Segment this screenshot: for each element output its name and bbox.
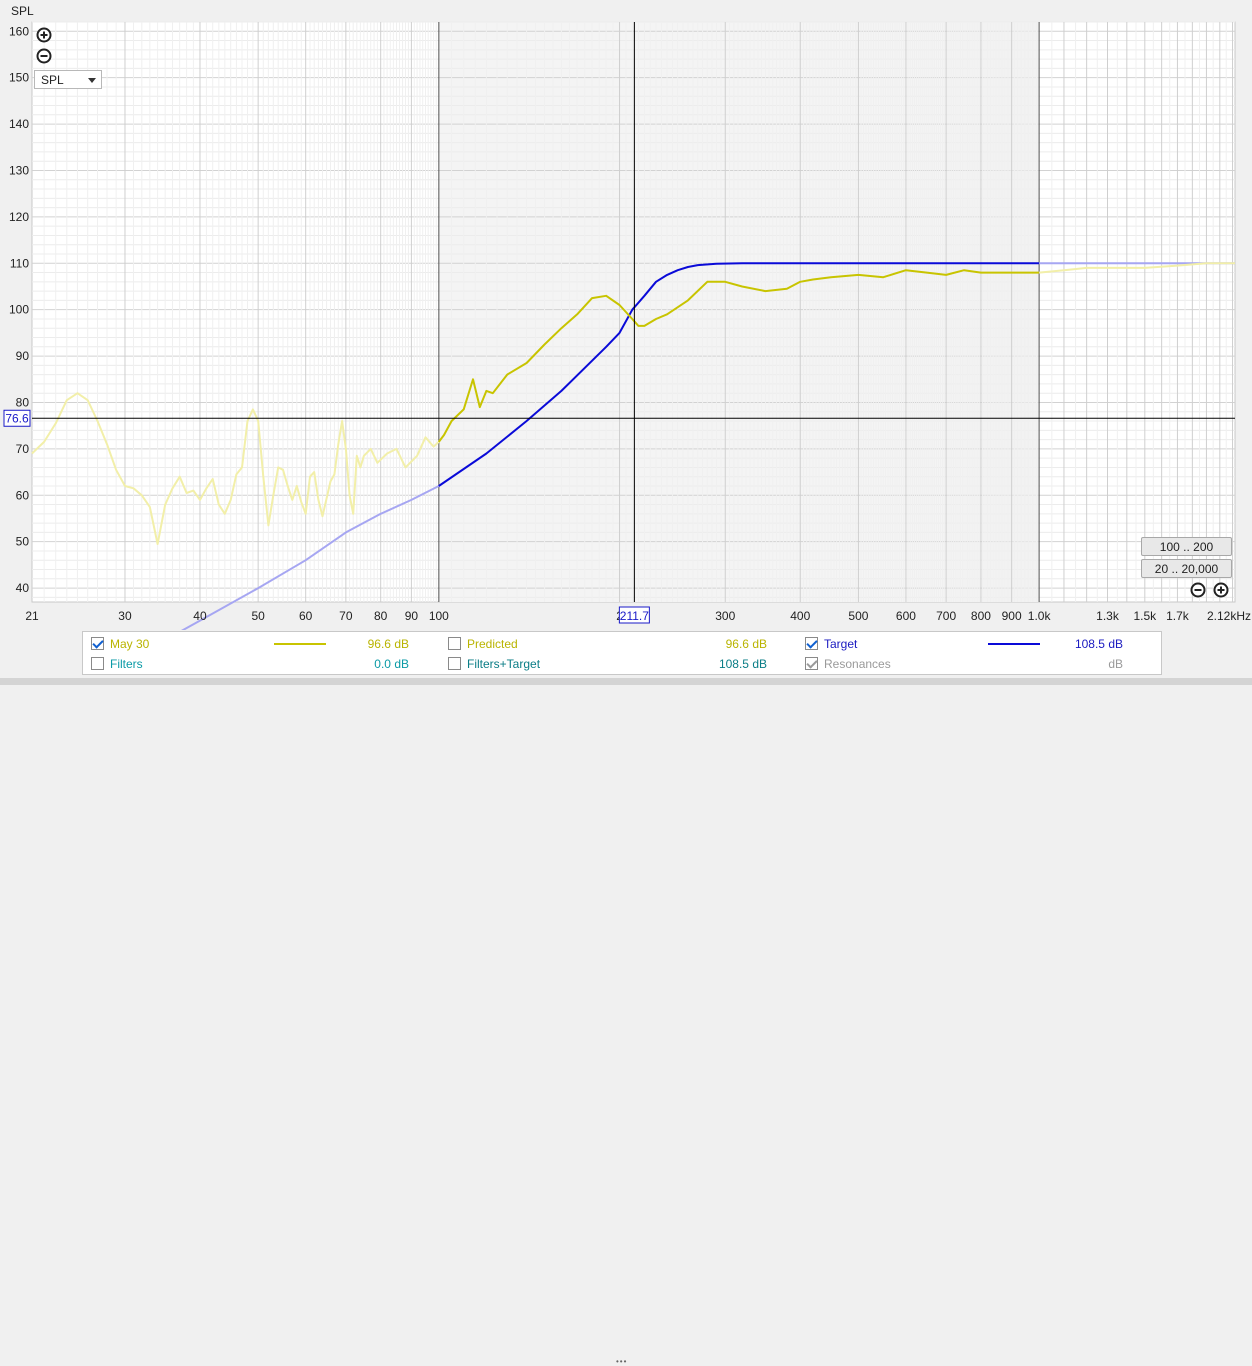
cursor-y-readout: 76.6 <box>5 411 29 425</box>
y-axis-title: SPL <box>11 4 34 18</box>
y-tick-label: 130 <box>9 163 29 177</box>
y-tick-label: 160 <box>9 24 29 38</box>
y-tick-label: 40 <box>16 581 30 595</box>
y-tick-label: 90 <box>16 349 30 363</box>
x-tick-label: 80 <box>374 609 388 623</box>
checkbox-filters[interactable] <box>91 657 104 670</box>
resize-splitter[interactable]: ••• <box>0 678 1252 1366</box>
y-tick-label: 110 <box>10 256 29 270</box>
zoom-out-icon[interactable] <box>36 48 52 64</box>
legend-label: Filters+Target <box>467 657 541 671</box>
x-tick-label: 700 <box>936 609 956 623</box>
zoom-in-icon[interactable] <box>36 27 52 43</box>
x-tick-label: 60 <box>299 609 313 623</box>
x-tick-label: 30 <box>118 609 132 623</box>
x-tick-label: 900 <box>1002 609 1022 623</box>
y-tick-label: 120 <box>9 210 29 224</box>
graph-type-value: SPL <box>41 73 64 87</box>
legend-value: 96.6 dB <box>367 637 409 651</box>
checkbox-resonances[interactable] <box>805 657 818 670</box>
legend-item-filters[interactable]: Filters 0.0 dB <box>91 655 411 673</box>
x-tick-label: 90 <box>405 609 419 623</box>
graph-type-select[interactable]: SPL <box>34 70 102 89</box>
frequency-response-chart[interactable]: 2130405060708090100230040050060070080090… <box>0 0 1252 630</box>
legend-value: 96.6 dB <box>725 637 767 651</box>
legend-value: 108.5 dB <box>1074 637 1123 651</box>
legend-label: Target <box>824 637 858 651</box>
x-zoom-in-icon[interactable] <box>1213 582 1229 598</box>
x-tick-label: 1.3k <box>1096 609 1120 623</box>
x-tick-label: 1.5k <box>1133 609 1157 623</box>
cursor-x-readout: 211.7 <box>620 609 649 623</box>
x-tick-label: 1.0k <box>1028 609 1052 623</box>
range-20-20000-button[interactable]: 20 .. 20,000 <box>1141 559 1232 578</box>
legend-item-predicted[interactable]: Predicted 96.6 dB <box>448 635 768 653</box>
checkbox-filters-target[interactable] <box>448 657 461 670</box>
legend-label: Resonances <box>824 657 891 671</box>
legend-label: Predicted <box>467 637 518 651</box>
x-tick-label: 800 <box>971 609 991 623</box>
x-zoom-out-icon[interactable] <box>1190 582 1206 598</box>
y-tick-label: 70 <box>16 442 30 456</box>
x-tick-label: 400 <box>790 609 810 623</box>
y-tick-label: 150 <box>9 71 29 85</box>
chevron-down-icon <box>88 78 96 83</box>
x-tick-label: 40 <box>193 609 207 623</box>
legend-label: May 30 <box>110 637 150 651</box>
legend-value: 108.5 dB <box>718 657 767 671</box>
x-tick-label: 50 <box>251 609 265 623</box>
legend-value: dB <box>1108 657 1123 671</box>
x-tick-label: 600 <box>896 609 916 623</box>
legend-value: 0.0 dB <box>374 657 409 671</box>
legend-line <box>988 643 1040 645</box>
legend-item-resonances[interactable]: Resonances dB <box>805 655 1155 673</box>
x-tick-label: 500 <box>848 609 868 623</box>
legend-item-may-30[interactable]: May 30 96.6 dB <box>91 635 411 653</box>
focus-range-band <box>438 22 1040 602</box>
y-tick-label: 100 <box>9 303 29 317</box>
checkbox-predicted[interactable] <box>448 637 461 650</box>
legend-item-target[interactable]: Target 108.5 dB <box>805 635 1155 653</box>
y-tick-label: 140 <box>9 117 29 131</box>
checkbox-target[interactable] <box>805 637 818 650</box>
x-tick-label: 70 <box>339 609 353 623</box>
x-tick-label: 300 <box>715 609 735 623</box>
legend-item-filters-target[interactable]: Filters+Target 108.5 dB <box>448 655 768 673</box>
grip-icon: ••• <box>616 1357 628 1366</box>
y-tick-label: 50 <box>16 535 30 549</box>
checkbox-may-30[interactable] <box>91 637 104 650</box>
legend-line <box>274 643 326 645</box>
legend-panel: May 30 96.6 dB Predicted 96.6 dB Target … <box>82 631 1162 675</box>
y-tick-label: 60 <box>16 488 30 502</box>
x-tick-label: 21 <box>25 609 39 623</box>
legend-label: Filters <box>110 657 143 671</box>
y-tick-label: 80 <box>16 395 30 409</box>
x-tick-label: 100 <box>429 609 449 623</box>
x-tick-label: 1.7k <box>1166 609 1190 623</box>
range-100-200-button[interactable]: 100 .. 200 <box>1141 537 1232 556</box>
x-tick-label: 2.12kHz <box>1207 609 1251 623</box>
y-tick-labels: 40 50 60 70 80 90 100 110 120 130 140 150 160 76.6 <box>3 24 31 595</box>
